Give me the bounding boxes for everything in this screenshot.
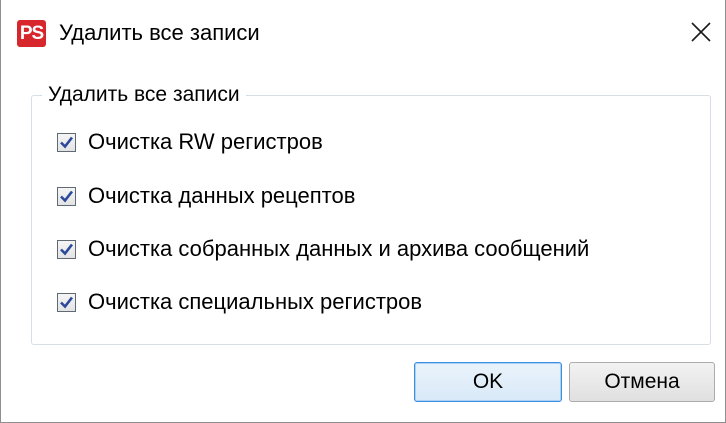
window-title: Удалить все записи — [59, 20, 260, 45]
option-clear-special-registers[interactable]: Очистка специальных регистров — [57, 287, 422, 317]
option-clear-recipe-data[interactable]: Очистка данных рецептов — [57, 181, 355, 211]
option-clear-rw-registers[interactable]: Очистка RW регистров — [57, 127, 323, 157]
checkmark-icon — [60, 243, 74, 255]
option-label: Очистка специальных регистров — [88, 289, 423, 314]
close-button[interactable] — [677, 8, 725, 56]
close-icon — [691, 22, 711, 42]
option-label: Очистка собранных данных и архива сообще… — [88, 236, 590, 261]
group-legend: Удалить все записи — [42, 81, 246, 109]
checkmark-icon — [60, 136, 74, 148]
checkbox[interactable] — [57, 239, 76, 259]
option-label: Очистка данных рецептов — [88, 183, 356, 208]
app-logo-icon: PS — [17, 20, 46, 47]
checkmark-icon — [60, 190, 74, 202]
ok-button[interactable]: OK — [414, 362, 562, 402]
option-clear-collected-data-and-message-archive[interactable]: Очистка собранных данных и архива сообще… — [57, 234, 589, 264]
cancel-button[interactable]: Отмена — [569, 362, 715, 402]
checkbox[interactable] — [57, 132, 76, 152]
delete-all-records-dialog: PS Удалить все записи Удалить все записи… — [0, 0, 726, 423]
checkbox[interactable] — [57, 292, 76, 312]
checkmark-icon — [60, 296, 74, 308]
option-label: Очистка RW регистров — [88, 129, 323, 154]
title-bar: PS Удалить все записи — [1, 0, 725, 66]
checkbox[interactable] — [57, 186, 76, 206]
